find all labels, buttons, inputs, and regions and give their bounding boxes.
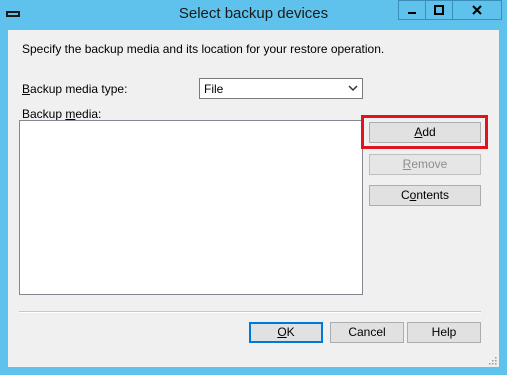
minimize-icon — [408, 12, 416, 14]
close-button[interactable] — [452, 0, 502, 20]
maximize-button[interactable] — [425, 0, 452, 20]
window-bottom-border — [0, 367, 507, 375]
resize-grip-icon[interactable] — [487, 355, 497, 365]
chevron-down-icon — [348, 85, 358, 92]
dialog-description: Specify the backup media and its locatio… — [22, 42, 385, 56]
highlight-annotation — [361, 115, 488, 149]
help-button[interactable]: Help — [407, 322, 481, 343]
remove-button[interactable]: Remove — [369, 154, 481, 175]
close-icon — [472, 5, 482, 15]
separator — [19, 311, 481, 313]
media-type-label: Backup media type: — [22, 82, 128, 96]
contents-button[interactable]: Contents — [369, 185, 481, 206]
media-type-select[interactable]: File — [199, 78, 363, 99]
media-list[interactable] — [19, 120, 363, 295]
media-type-value: File — [204, 82, 224, 96]
media-list-label: Backup media: — [22, 107, 102, 121]
dialog-body: Specify the backup media and its locatio… — [8, 30, 499, 367]
cancel-button[interactable]: Cancel — [330, 322, 404, 343]
minimize-button[interactable] — [398, 0, 425, 20]
title-bar[interactable]: Select backup devices — [0, 0, 507, 30]
maximize-icon — [434, 5, 444, 15]
ok-button[interactable]: OK — [249, 322, 323, 343]
